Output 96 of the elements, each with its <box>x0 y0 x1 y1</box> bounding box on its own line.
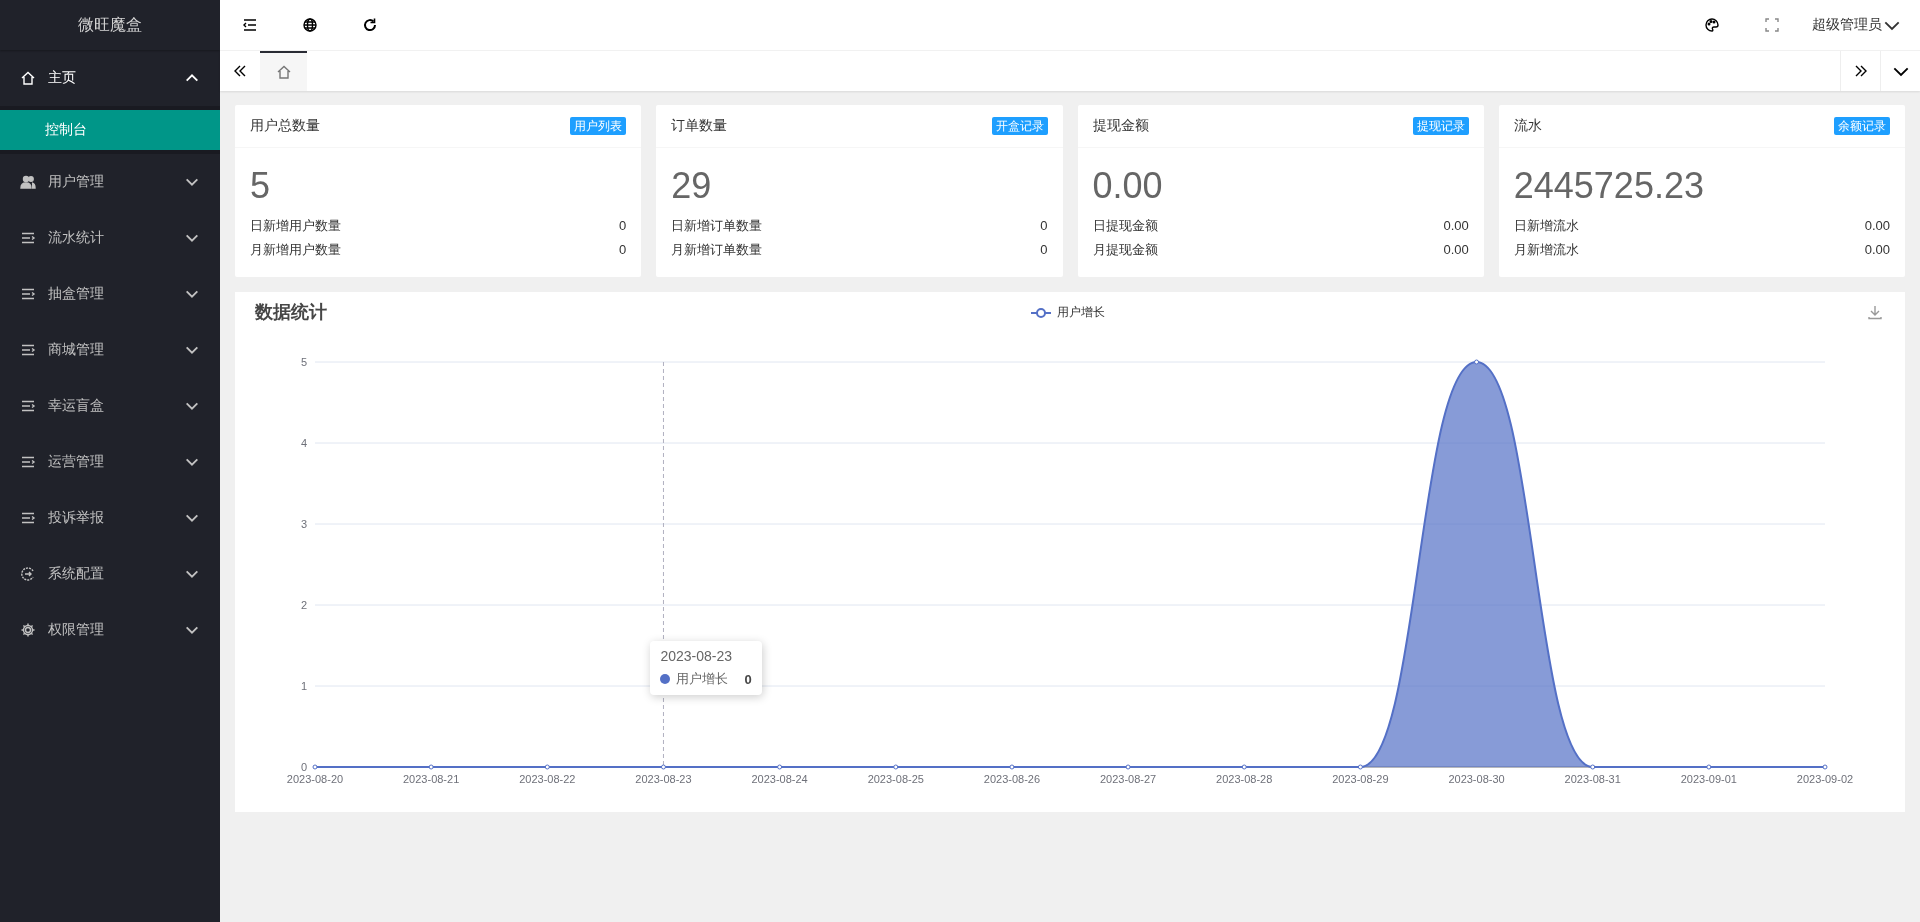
circle-arrow-icon <box>20 566 36 582</box>
y-axis-label: 5 <box>300 356 307 368</box>
x-axis-label: 2023-09-01 <box>1680 773 1737 785</box>
users-icon <box>20 174 36 190</box>
card-title: 订单数量 <box>671 117 728 135</box>
x-axis-label: 2023-09-02 <box>1796 773 1854 785</box>
card-title: 流水 <box>1513 117 1542 135</box>
sidebar-menu-item[interactable]: 权限管理 <box>0 602 220 658</box>
y-axis-label: 4 <box>300 437 307 449</box>
list-icon <box>20 454 36 470</box>
data-point <box>777 764 783 770</box>
data-point <box>893 764 899 770</box>
tooltip-label: 用户增长 <box>676 670 729 688</box>
stat-value: 29 <box>671 164 713 208</box>
menu-collapse-icon <box>242 17 258 33</box>
y-axis-label: 2 <box>300 599 307 611</box>
refresh-icon <box>362 17 378 33</box>
x-axis-label: 2023-08-23 <box>635 773 692 785</box>
data-point <box>1009 764 1015 770</box>
x-axis-label: 2023-08-30 <box>1448 773 1505 785</box>
stat-label: 日新增用户数量 <box>250 217 341 235</box>
legend-line-icon <box>1030 306 1052 319</box>
x-axis-label: 2023-08-31 <box>1564 773 1621 785</box>
list-icon <box>20 398 36 414</box>
x-axis-label: 2023-08-22 <box>519 773 576 785</box>
stat-label: 日新增流水 <box>1513 217 1579 235</box>
tooltip-value: 0 <box>744 671 752 687</box>
stat-number: 0 <box>619 217 627 235</box>
sidebar-menu-item[interactable]: 流水统计 <box>0 210 220 266</box>
stat-number: 0 <box>1040 241 1048 259</box>
stat-value: 5 <box>250 164 272 208</box>
stat-label: 日提现金额 <box>1092 217 1158 235</box>
x-axis-label: 2023-08-25 <box>867 773 924 785</box>
list-icon <box>20 230 36 246</box>
sidebar-menu-item[interactable]: 抽盒管理 <box>0 266 220 322</box>
sidebar-menu-item[interactable]: 系统配置 <box>0 546 220 602</box>
x-axis-label: 2023-08-27 <box>1099 773 1157 785</box>
data-point <box>1822 764 1828 770</box>
chart-legend[interactable]: 用户增长 <box>1030 304 1105 321</box>
stat-number: 0 <box>1040 217 1048 235</box>
home-tab[interactable] <box>260 51 307 91</box>
gear-icon <box>20 622 36 638</box>
data-point <box>428 764 434 770</box>
tooltip-date: 2023-08-23 <box>660 648 734 664</box>
sidebar-menu-item[interactable]: 幸运盲盒 <box>0 378 220 434</box>
download-icon <box>1867 304 1883 320</box>
sidebar-menu-item[interactable]: 主页 <box>0 50 220 106</box>
x-axis-label: 2023-08-28 <box>1216 773 1273 785</box>
stat-label: 月新增订单数量 <box>671 241 763 259</box>
data-point <box>660 764 666 770</box>
data-point <box>1125 764 1131 770</box>
x-axis-label: 2023-08-29 <box>1332 773 1389 785</box>
stat-value: 2445725.23 <box>1513 164 1705 208</box>
sidebar-menu-item[interactable]: 运营管理 <box>0 434 220 490</box>
sidebar-menu-item[interactable]: 用户管理 <box>0 154 220 210</box>
x-axis-label: 2023-08-20 <box>286 773 344 785</box>
stat-number: 0 <box>619 241 627 259</box>
y-axis-label: 3 <box>300 518 307 530</box>
stat-number: 0.00 <box>1864 241 1890 259</box>
fullscreen-icon <box>1764 17 1780 33</box>
list-icon <box>20 342 36 358</box>
card-title: 用户总数量 <box>250 117 320 135</box>
stat-value: 0.00 <box>1092 164 1164 208</box>
stat-label: 月提现金额 <box>1092 241 1158 259</box>
double-chevron-left-icon <box>232 63 248 79</box>
list-icon <box>20 286 36 302</box>
home-icon <box>20 70 36 86</box>
user-menu[interactable]: 超级管理员 <box>1802 0 1920 50</box>
sidebar-menu-item[interactable]: 投诉举报 <box>0 490 220 546</box>
stat-label: 日新增订单数量 <box>671 217 763 235</box>
x-axis-label: 2023-08-21 <box>403 773 460 785</box>
stat-number: 0.00 <box>1443 217 1469 235</box>
data-point <box>1706 764 1712 770</box>
sidebar-menu-item[interactable]: 商城管理 <box>0 322 220 378</box>
y-axis-label: 1 <box>300 680 307 692</box>
data-point <box>544 764 550 770</box>
stat-label: 月新增流水 <box>1513 241 1579 259</box>
x-axis-label: 2023-08-26 <box>983 773 1041 785</box>
chart-title: 数据统计 <box>255 301 327 324</box>
data-point <box>1474 359 1480 365</box>
submenu-item[interactable]: 控制台 <box>0 110 220 150</box>
list-icon <box>20 510 36 526</box>
data-point <box>1590 764 1596 770</box>
stat-label: 月新增用户数量 <box>250 241 341 259</box>
data-point <box>1357 764 1363 770</box>
globe-icon <box>302 17 318 33</box>
data-point <box>312 764 318 770</box>
x-axis-label: 2023-08-24 <box>751 773 808 785</box>
palette-icon <box>1704 17 1720 33</box>
app-title: 微旺魔盒 <box>0 0 220 50</box>
home-icon <box>275 64 292 80</box>
y-axis-label: 0 <box>300 761 307 773</box>
data-point <box>1241 764 1247 770</box>
stat-number: 0.00 <box>1864 217 1890 235</box>
card-title: 提现金额 <box>1092 117 1149 135</box>
stat-number: 0.00 <box>1443 241 1469 259</box>
